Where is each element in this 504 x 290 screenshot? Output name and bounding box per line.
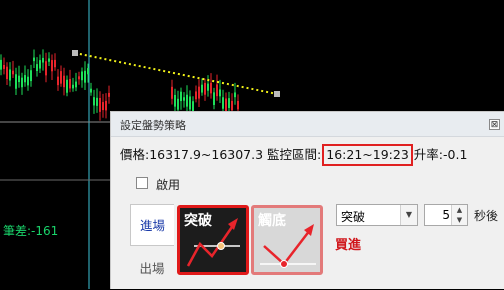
strategy-card-touch-bottom[interactable]: 觸底	[251, 205, 323, 275]
candle-body	[195, 91, 197, 100]
candle-body	[51, 60, 53, 72]
candle-body	[78, 76, 80, 80]
candle-body	[30, 70, 32, 82]
trend-line-start-handle	[72, 50, 78, 56]
candle-body	[108, 92, 110, 97]
dialog-titlebar[interactable]: 設定盤勢策略 ⊠	[111, 112, 504, 137]
candle-body	[99, 97, 101, 112]
candle-body	[33, 57, 35, 62]
candle-body	[96, 97, 98, 106]
candle-body	[171, 86, 173, 99]
candle-body	[69, 78, 71, 89]
enable-checkbox[interactable]	[136, 177, 148, 189]
seconds-unit-label: 秒後	[474, 209, 499, 223]
candle-body	[66, 79, 68, 93]
seconds-spinner[interactable]: 5 ▲ ▼	[424, 204, 468, 226]
candle-body	[105, 100, 107, 111]
candle-body	[186, 94, 188, 107]
strategy-dialog: 設定盤勢策略 ⊠ 價格:16317.9~16307.3 監控區間: 16:21~1…	[110, 111, 504, 289]
candle-body	[84, 70, 86, 83]
candle-body	[216, 84, 218, 97]
candle-body	[90, 88, 92, 93]
candle-body	[54, 59, 56, 68]
trend-line-end-handle	[274, 91, 280, 97]
candle-body	[6, 66, 8, 80]
strategy-card-breakout[interactable]: 突破	[177, 205, 249, 275]
candle-body	[63, 75, 65, 88]
seconds-value: 5	[442, 208, 450, 222]
candle-body	[39, 60, 41, 69]
candle-body	[102, 102, 104, 111]
candle-body	[192, 101, 194, 112]
candlestick-series	[0, 49, 239, 121]
candle-body	[198, 86, 200, 99]
candle-body	[204, 82, 206, 95]
candle-body	[213, 92, 215, 105]
candle-body	[21, 77, 23, 88]
tab-exit[interactable]: 出場	[130, 248, 174, 290]
candle-body	[72, 84, 74, 89]
candle-body	[15, 74, 17, 89]
candle-body	[48, 58, 50, 62]
candle-body	[75, 81, 77, 88]
candle-body	[45, 61, 47, 76]
candle-body	[177, 98, 179, 110]
candle-body	[93, 97, 95, 106]
tick-difference-label: 筆差:-161	[3, 224, 59, 238]
price-range-label: 價格:16317.9~16307.3 監控區間:	[120, 147, 322, 162]
candle-body	[42, 57, 44, 63]
monitor-range-value: 16:21~19:23	[322, 144, 413, 166]
rise-rate-label: 升率:-0.1	[413, 147, 468, 162]
chevron-down-icon[interactable]: ▼	[400, 205, 417, 225]
breakout-card-label: 突破	[184, 213, 212, 229]
triangle-down-icon[interactable]: ▼	[451, 215, 467, 225]
candle-body	[36, 64, 38, 72]
candle-body	[57, 76, 59, 86]
candle-body	[18, 75, 20, 83]
candle-body	[189, 96, 191, 110]
price-info-line: 價格:16317.9~16307.3 監控區間: 16:21~19:23 升率:-0…	[120, 144, 467, 166]
candle-body	[81, 71, 83, 81]
candle-body	[231, 100, 233, 111]
touch-bottom-card-label: 觸底	[258, 213, 286, 229]
action-label: 買進	[335, 238, 362, 253]
candle-body	[201, 84, 203, 93]
candle-body	[237, 100, 239, 110]
candle-body	[27, 76, 29, 86]
close-icon[interactable]: ⊠	[489, 119, 500, 130]
candle-body	[210, 82, 212, 94]
strategy-select[interactable]: 突破 ▼	[336, 204, 418, 226]
tab-entry[interactable]: 進場	[130, 204, 174, 246]
candle-body	[87, 68, 89, 75]
strategy-select-value: 突破	[341, 210, 366, 224]
dialog-title: 設定盤勢策略	[120, 119, 186, 132]
trend-line	[74, 52, 278, 95]
candle-body	[234, 92, 236, 98]
candle-body	[222, 97, 224, 109]
candle-body	[219, 89, 221, 97]
candle-body	[228, 98, 230, 108]
enable-label: 啟用	[156, 178, 181, 192]
candle-body	[24, 75, 26, 83]
candle-body	[174, 94, 176, 107]
candle-body	[0, 59, 2, 70]
candle-body	[9, 69, 11, 81]
entry-exit-tabs: 進場 出場	[130, 204, 174, 290]
candle-body	[207, 83, 209, 91]
candle-body	[180, 91, 182, 102]
candle-body	[60, 71, 62, 84]
candle-body	[3, 64, 5, 69]
candle-body	[12, 70, 14, 75]
candle-body	[183, 97, 185, 101]
